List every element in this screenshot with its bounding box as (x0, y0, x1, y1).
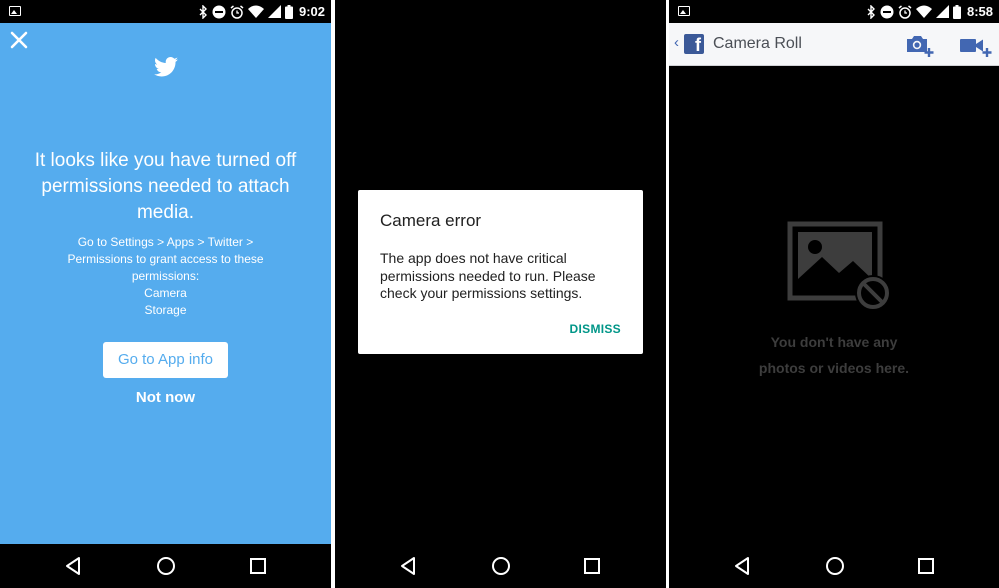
battery-icon (284, 4, 293, 19)
no-photos-icon (787, 221, 891, 311)
home-nav-icon[interactable] (156, 556, 176, 576)
recents-nav-icon[interactable] (917, 556, 935, 576)
empty-state-message: You don't have any photos or videos here… (724, 329, 944, 381)
facebook-camera-roll-screen: 8:58 ‹ f Camera Roll You don't have any … (669, 0, 999, 588)
camera-add-icon[interactable] (905, 32, 935, 58)
permission-instructions: Go to Settings > Apps > Twitter > Permis… (50, 234, 281, 319)
image-notification-icon (9, 6, 21, 16)
wifi-icon (915, 5, 932, 18)
empty-message-line: You don't have any (770, 334, 898, 350)
go-to-app-info-button[interactable]: Go to App info (103, 342, 228, 378)
back-nav-icon[interactable] (64, 556, 82, 576)
navigation-bar (0, 544, 331, 588)
status-bar: 9:02 (0, 0, 331, 23)
signal-icon (935, 5, 949, 18)
camera-roll-header: ‹ f Camera Roll (669, 23, 999, 66)
image-notification-icon (678, 6, 690, 16)
status-time: 9:02 (298, 4, 325, 19)
back-chevron-icon[interactable]: ‹ (674, 34, 679, 51)
bluetooth-icon (199, 4, 207, 19)
instruction-line: Permissions to grant access to these (67, 252, 264, 266)
wifi-icon (247, 5, 264, 18)
recents-nav-icon[interactable] (249, 556, 267, 576)
facebook-logo-glyph: f (695, 35, 701, 55)
camera-error-screen: Camera error The app does not have criti… (335, 0, 666, 588)
permission-storage: Storage (144, 303, 187, 317)
back-nav-icon[interactable] (399, 556, 417, 576)
page-title: Camera Roll (713, 35, 802, 52)
not-now-button[interactable]: Not now (100, 389, 231, 406)
bluetooth-icon (867, 4, 875, 19)
dismiss-button[interactable]: DISMISS (570, 322, 621, 336)
alarm-icon (230, 4, 244, 19)
permission-camera: Camera (144, 286, 187, 300)
video-add-icon[interactable] (959, 33, 993, 59)
instruction-line: Go to Settings > Apps > Twitter > (77, 235, 254, 249)
facebook-logo-icon[interactable]: f (684, 34, 704, 55)
twitter-permissions-screen: 9:02 It looks like you have turned off p… (0, 0, 331, 588)
navigation-bar (335, 544, 666, 588)
alarm-icon (898, 4, 912, 19)
status-time: 8:58 (966, 4, 993, 19)
signal-icon (267, 5, 281, 18)
do-not-disturb-icon (880, 5, 894, 18)
camera-roll-empty-state: You don't have any photos or videos here… (669, 67, 999, 544)
twitter-permission-prompt: It looks like you have turned off permis… (0, 23, 331, 544)
twitter-bird-icon (154, 57, 178, 77)
dialog-title: Camera error (380, 211, 482, 230)
close-icon[interactable] (10, 31, 28, 49)
do-not-disturb-icon (212, 5, 226, 18)
home-nav-icon[interactable] (825, 556, 845, 576)
status-bar: 8:58 (669, 0, 999, 23)
instruction-line: permissions: (131, 269, 200, 283)
home-nav-icon[interactable] (491, 556, 511, 576)
navigation-bar (669, 544, 999, 588)
battery-icon (952, 4, 961, 19)
permission-headline: It looks like you have turned off permis… (34, 150, 297, 223)
camera-error-dialog: Camera error The app does not have criti… (358, 190, 643, 354)
recents-nav-icon[interactable] (583, 556, 601, 576)
back-nav-icon[interactable] (733, 556, 751, 576)
empty-message-line: photos or videos here. (758, 360, 910, 376)
dialog-message: The app does not have critical permissio… (380, 250, 596, 301)
